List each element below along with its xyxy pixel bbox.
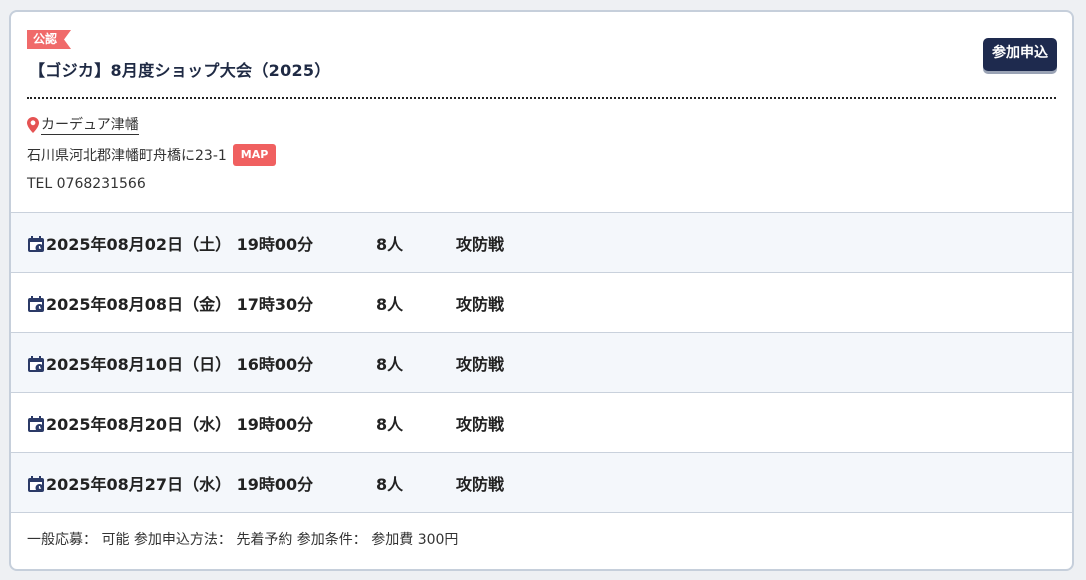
- event-card: 公認 【ゴジカ】8月度ショップ大会（2025） 参加申込 カーデュア津幡 石川県…: [9, 10, 1074, 571]
- schedule-format: 攻防戦: [456, 354, 505, 374]
- schedule-format: 攻防戦: [456, 294, 505, 314]
- shop-tel: TEL 0768231566: [27, 176, 146, 192]
- schedule-format: 攻防戦: [456, 414, 505, 434]
- official-badge: 公認: [27, 30, 71, 49]
- schedule-date: 2025年08月10日（日） 16時00分: [46, 354, 314, 374]
- schedule-row: 2025年08月08日（金） 17時30分 8人 攻防戦: [11, 273, 1072, 333]
- schedule-format: 攻防戦: [456, 234, 505, 254]
- entry-conditions: 一般応募： 可能 参加申込方法： 先着予約 参加条件： 参加費 300円: [27, 532, 459, 548]
- schedule-capacity: 8人: [376, 414, 404, 434]
- calendar-icon: [28, 235, 44, 252]
- schedule-row: 2025年08月20日（水） 19時00分 8人 攻防戦: [11, 393, 1072, 453]
- apply-button[interactable]: 参加申込: [983, 38, 1057, 71]
- address-row: 石川県河北郡津幡町舟橋に23-1 MAP: [27, 144, 1056, 166]
- event-header: 公認 【ゴジカ】8月度ショップ大会（2025） 参加申込: [11, 12, 1072, 100]
- schedule-row: 2025年08月02日（土） 19時00分 8人 攻防戦: [11, 213, 1072, 273]
- shop-address: 石川県河北郡津幡町舟橋に23-1: [27, 148, 227, 164]
- schedule-capacity: 8人: [376, 234, 404, 254]
- shop-info: カーデュア津幡 石川県河北郡津幡町舟橋に23-1 MAP TEL 0768231…: [11, 100, 1072, 212]
- schedule-date: 2025年08月27日（水） 19時00分: [46, 474, 314, 494]
- dotted-divider: [27, 97, 1056, 99]
- calendar-icon: [28, 475, 44, 492]
- calendar-icon: [28, 415, 44, 432]
- schedule-row: 2025年08月27日（水） 19時00分 8人 攻防戦: [11, 453, 1072, 513]
- schedule-capacity: 8人: [376, 474, 404, 494]
- schedule-date: 2025年08月02日（土） 19時00分: [46, 234, 314, 254]
- schedule-date: 2025年08月08日（金） 17時30分: [46, 294, 314, 314]
- schedule-format: 攻防戦: [456, 474, 505, 494]
- calendar-icon: [28, 355, 44, 372]
- schedule-capacity: 8人: [376, 354, 404, 374]
- schedule-capacity: 8人: [376, 294, 404, 314]
- event-title: 【ゴジカ】8月度ショップ大会（2025）: [29, 61, 331, 80]
- schedule-date: 2025年08月20日（水） 19時00分: [46, 414, 314, 434]
- map-pin-icon: [27, 117, 39, 133]
- shop-name-link[interactable]: カーデュア津幡: [41, 116, 139, 135]
- map-button[interactable]: MAP: [232, 144, 277, 166]
- schedule-row: 2025年08月10日（日） 16時00分 8人 攻防戦: [11, 333, 1072, 393]
- shop-name-row: カーデュア津幡: [27, 114, 1056, 136]
- schedule-list: 2025年08月02日（土） 19時00分 8人 攻防戦 2025年08月08日…: [11, 212, 1072, 513]
- calendar-icon: [28, 295, 44, 312]
